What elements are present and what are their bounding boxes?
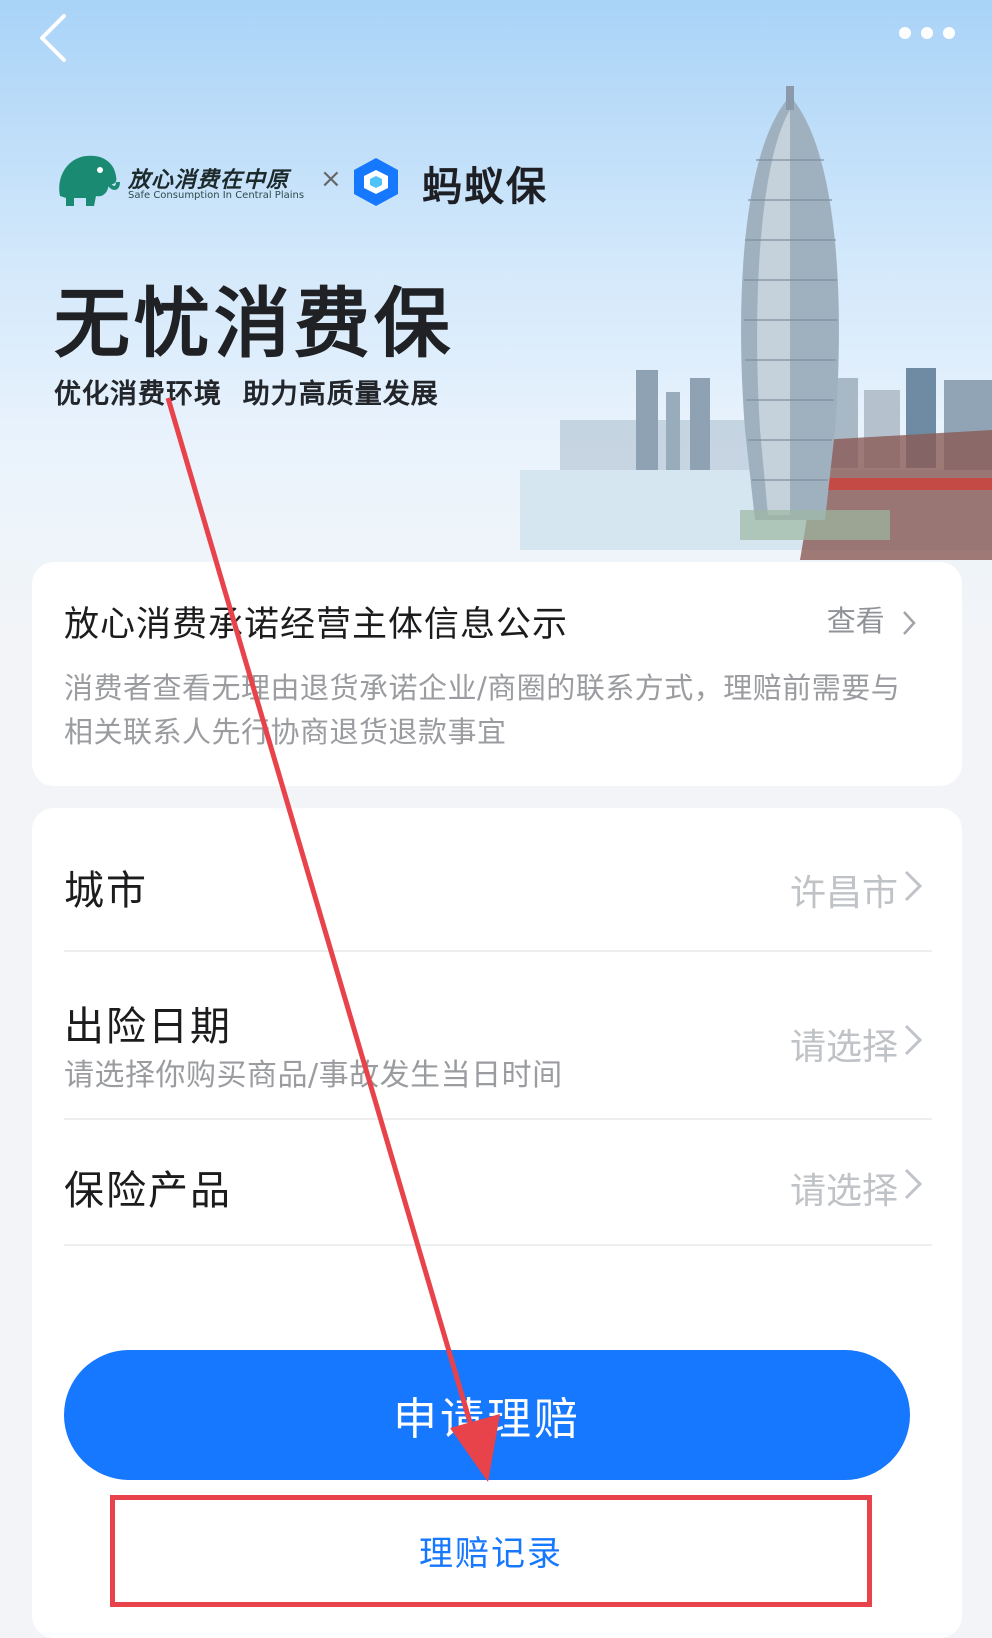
notice-title: 放心消费承诺经营主体信息公示 — [64, 605, 569, 645]
divider — [64, 1244, 932, 1246]
notice-description: 消费者查看无理由退货承诺企业/商圈的联系方式，理赔前需要与相关联系人先行协商退货… — [64, 671, 901, 749]
chevron-left-icon[interactable] — [30, 8, 80, 64]
view-link-label: 查看 — [826, 604, 885, 638]
accident-date-value: 请选择 — [789, 1027, 898, 1068]
insurance-product-label: 保险产品 — [64, 1168, 232, 1214]
ant-insurance-logo-icon — [354, 158, 398, 206]
city-label: 城市 — [64, 868, 148, 914]
partner-logo-subtext: Safe Consumption In Central Plains — [128, 190, 305, 201]
elephant-logo-icon — [59, 155, 120, 206]
accident-date-hint: 请选择你购买商品/事故发生当日时间 — [64, 1058, 563, 1093]
chevron-right-icon — [904, 870, 923, 902]
notice-card: 放心消费承诺经营主体信息公示 查看 消费者查看无理由退货承诺企业/商圈的联系方式… — [32, 562, 962, 786]
chevron-right-icon — [904, 1168, 923, 1200]
apply-claim-button[interactable]: 申请理赔 — [64, 1350, 910, 1480]
page-title: 无忧消费保 — [54, 279, 454, 368]
insurance-product-selector[interactable]: 保险产品 请选择 — [64, 1120, 932, 1246]
city-selector[interactable]: 城市 许昌市 — [64, 808, 932, 952]
chevron-right-icon — [903, 611, 916, 635]
hero-banner: 放心消费在中原 Safe Consumption In Central Plai… — [0, 0, 992, 640]
more-dots-icon[interactable] — [896, 20, 958, 46]
view-link[interactable]: 查看 — [827, 598, 918, 640]
chevron-right-icon — [904, 1024, 923, 1056]
page-subtitle: 优化消费环境 助力高质量发展 — [54, 379, 439, 410]
brand-header: 放心消费在中原 Safe Consumption In Central Plai… — [52, 146, 572, 214]
claim-records-button[interactable]: 理赔记录 — [112, 1496, 870, 1604]
accident-date-label: 出险日期 — [64, 1004, 232, 1050]
separator-symbol: × — [320, 164, 342, 194]
brand-name: 蚂蚁保 — [422, 164, 548, 210]
city-value: 许昌市 — [789, 873, 898, 914]
insurance-product-value: 请选择 — [789, 1171, 898, 1212]
accident-date-selector[interactable]: 出险日期 请选择你购买商品/事故发生当日时间 请选择 — [64, 952, 932, 1120]
